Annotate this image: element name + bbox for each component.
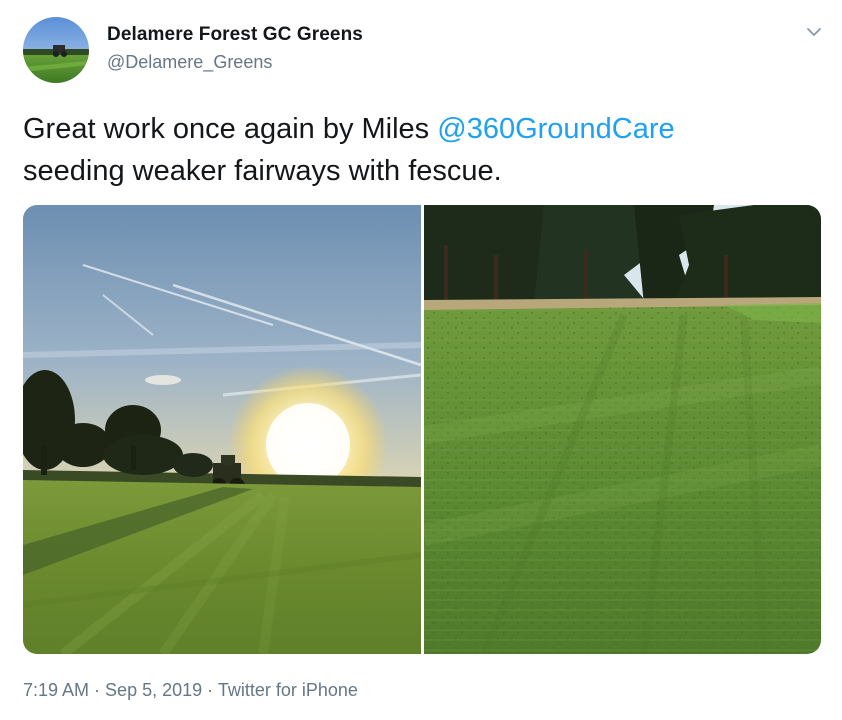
photo-image [23, 205, 421, 654]
tweet-text: Great work once again by Miles @360Groun… [23, 108, 803, 192]
photo-image [424, 205, 821, 654]
tweet-metadata: 7:19 AM · Sep 5, 2019 · Twitter for iPho… [23, 680, 358, 701]
mention-link[interactable]: @360GroundCare [437, 113, 674, 145]
tweet-date[interactable]: Sep 5, 2019 [105, 680, 202, 700]
meta-separator: · [89, 680, 106, 700]
chevron-down-icon[interactable] [804, 22, 824, 42]
media-gallery [23, 205, 821, 654]
photo-seeded-fairway[interactable] [424, 205, 821, 654]
avatar-image [23, 17, 89, 83]
user-handle[interactable]: @Delamere_Greens [107, 52, 272, 73]
tweet-text-part: Great work once again by Miles [23, 113, 438, 145]
photo-sunrise-fairway[interactable] [23, 205, 421, 654]
tweet-source-link[interactable]: Twitter for iPhone [218, 680, 358, 700]
user-display-name[interactable]: Delamere Forest GC Greens [107, 24, 363, 46]
tweet-card: Delamere Forest GC Greens @Delamere_Gree… [0, 0, 842, 720]
avatar[interactable] [23, 17, 89, 83]
tweet-time[interactable]: 7:19 AM [23, 680, 89, 700]
meta-separator: · [202, 680, 218, 700]
tweet-text-part: seeding weaker fairways with fescue. [23, 155, 502, 187]
